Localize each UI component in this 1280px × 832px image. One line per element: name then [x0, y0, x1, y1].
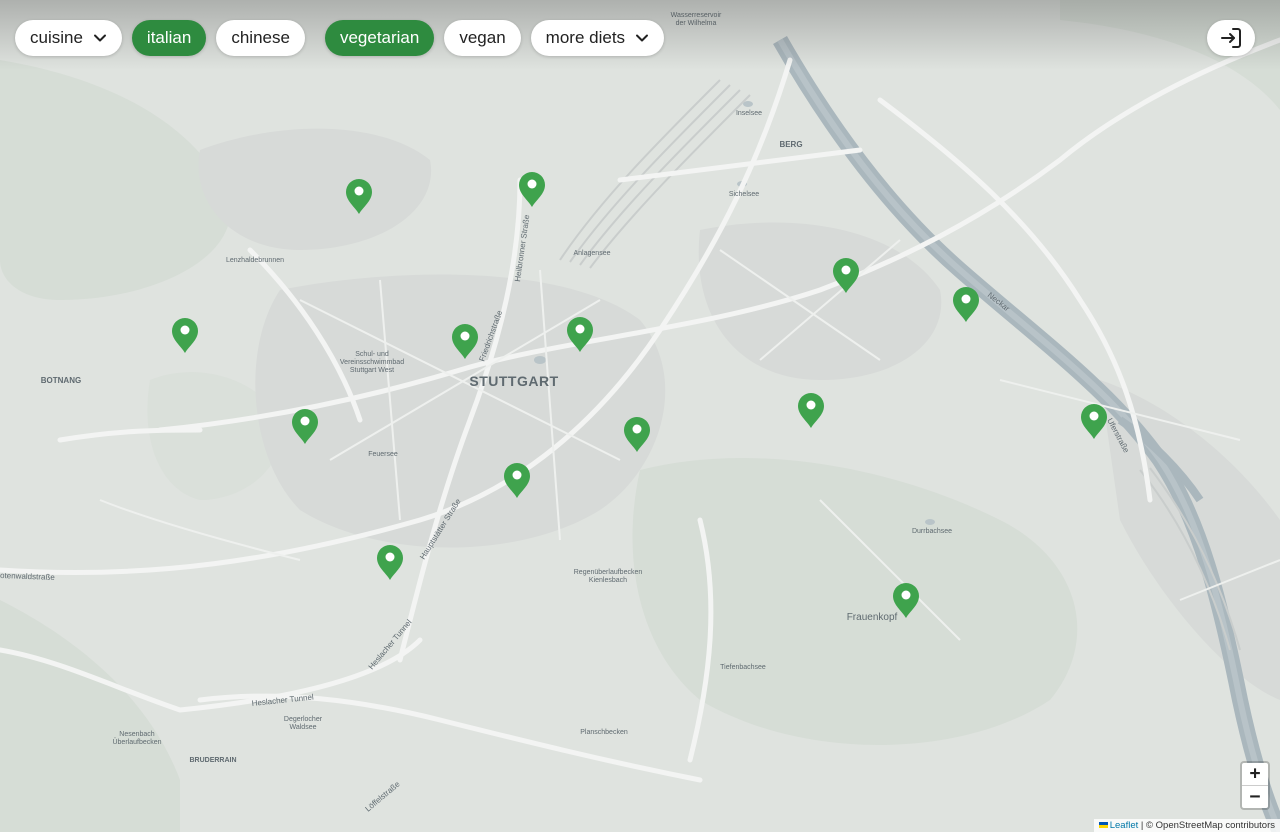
map-canvas[interactable]: STUTTGART BERG BOTNANG BRUDERRAIN Frauen… — [0, 0, 1280, 832]
login-icon — [1221, 28, 1241, 48]
leaflet-link[interactable]: Leaflet — [1110, 820, 1139, 831]
chip-vegetarian[interactable]: vegetarian — [324, 20, 435, 56]
place-label-inselsee: Inselsee — [736, 110, 762, 117]
place-label-anlagensee: Anlagensee — [574, 250, 611, 257]
filter-bar: cuisine italian chinese vegetarian vegan… — [15, 20, 674, 56]
place-label-schwimmbad-1: Schul- und — [355, 351, 389, 358]
place-label-sichelsee: Sichelsee — [729, 191, 759, 198]
place-label-wasserreservoir-1: Wasserreservoir — [671, 12, 722, 19]
more-diets-label: more diets — [545, 28, 626, 47]
place-label-schwimmbad-2: Vereinsschwimmbad — [340, 359, 404, 366]
ukraine-flag-icon — [1098, 822, 1108, 829]
place-label-tiefenbachsee: Tiefenbachsee — [720, 664, 766, 671]
zoom-in-button[interactable]: + — [1242, 763, 1268, 786]
more-diets-dropdown[interactable]: more diets — [530, 20, 665, 56]
cuisine-dropdown[interactable]: cuisine — [15, 20, 122, 56]
place-label-bruderrain: BRUDERRAIN — [189, 757, 236, 764]
place-label-planschbecken: Planschbecken — [580, 729, 628, 736]
zoom-out-button[interactable]: − — [1242, 786, 1268, 808]
place-label-botnang: BOTNANG — [41, 376, 81, 385]
place-label-degerloch-2: Waldsee — [290, 724, 317, 731]
zoom-control: + − — [1240, 761, 1270, 810]
place-label-durrbachsee: Durrbachsee — [912, 528, 952, 535]
place-label-nesenbach-1: Nesenbach — [119, 731, 155, 738]
attribution: Leaflet | © OpenStreetMap contributors — [1093, 819, 1280, 832]
chip-vegan[interactable]: vegan — [444, 20, 521, 56]
place-label-nesenbach-2: Überlaufbecken — [112, 738, 161, 746]
login-button[interactable] — [1207, 20, 1255, 56]
place-label-regen-2: Kienlesbach — [589, 577, 627, 584]
street-label-rotenwald: otenwaldstraße — [0, 571, 55, 582]
place-label-regen-1: Regenüberlaufbecken — [574, 569, 643, 576]
chevron-down-icon — [93, 34, 106, 42]
osm-link[interactable]: OpenStreetMap contributors — [1156, 820, 1275, 831]
chevron-down-icon — [636, 34, 649, 42]
chip-chinese[interactable]: chinese — [216, 20, 305, 56]
chip-italian[interactable]: italian — [131, 20, 207, 56]
place-label-degerloch-1: Degerlocher — [284, 716, 323, 723]
place-label-schwimmbad-3: Stuttgart West — [350, 367, 394, 374]
attribution-separator: | © — [1138, 820, 1156, 831]
cuisine-dropdown-label: cuisine — [30, 28, 83, 47]
place-label-lenzhalde: Lenzhaldebrunnen — [226, 257, 284, 264]
city-label: STUTTGART — [469, 373, 558, 389]
place-label-feuersee: Feuersee — [368, 451, 398, 458]
place-label-berg: BERG — [779, 140, 802, 149]
place-label-frauenkopf: Frauenkopf — [847, 612, 898, 623]
place-label-wasserreservoir-2: der Wilhelma — [676, 20, 717, 27]
